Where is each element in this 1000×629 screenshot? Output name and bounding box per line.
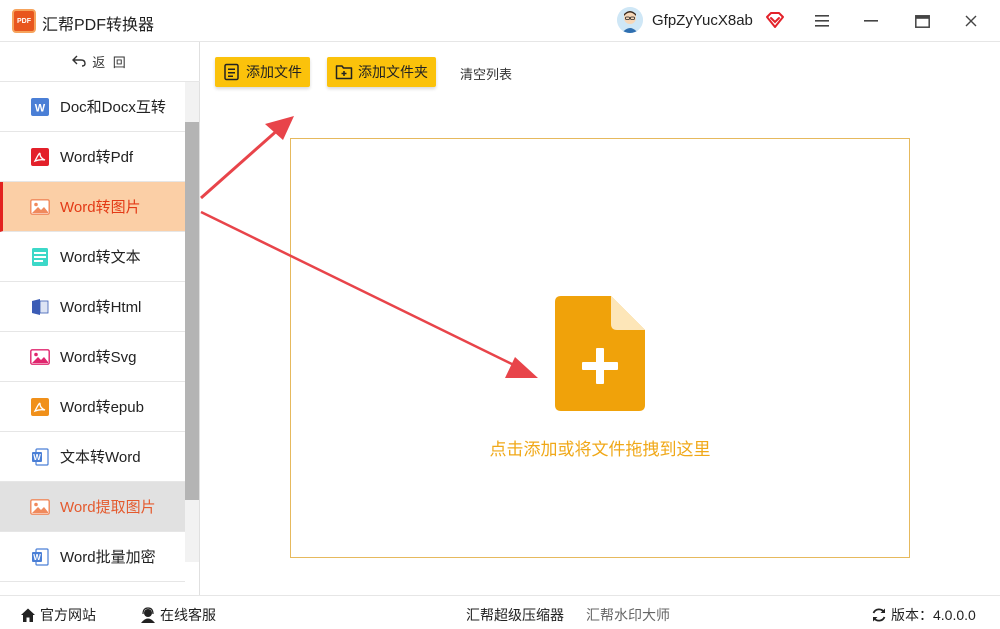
add-folder-button[interactable]: 添加文件夹 (327, 57, 436, 87)
back-label: 返 回 (92, 55, 128, 70)
back-arrow-icon (72, 54, 86, 70)
sidebar-item-word-html[interactable]: Word转Html (0, 282, 185, 332)
sidebar-item-word-pdf[interactable]: Word转Pdf (0, 132, 185, 182)
add-file-label: 添加文件 (246, 64, 302, 80)
compressor-link[interactable]: 汇帮超级压缩器 (466, 605, 564, 625)
app-logo-text: PDF (17, 17, 31, 25)
refresh-icon (871, 607, 887, 623)
sidebar-item-doc-docx[interactable]: W Doc和Docx互转 (0, 82, 185, 132)
sidebar-scrollbar[interactable] (185, 82, 199, 562)
add-folder-label: 添加文件夹 (358, 64, 428, 80)
sidebar-item-text-word[interactable]: W 文本转Word (0, 432, 185, 482)
pdf-icon (30, 147, 50, 167)
sidebar-item-label: Word转图片 (60, 199, 141, 216)
app-title: 汇帮PDF转换器 (42, 17, 155, 34)
clear-list-button[interactable]: 清空列表 (460, 64, 512, 83)
version-number: 4.0.0.0 (933, 607, 976, 623)
online-support-label: 在线客服 (160, 607, 216, 623)
sidebar-item-word-svg[interactable]: Word转Svg (0, 332, 185, 382)
word-outline-icon: W (30, 547, 50, 567)
text-doc-icon (30, 247, 50, 267)
svg-text:W: W (35, 102, 46, 114)
sidebar-item-label: Word转Svg (60, 349, 137, 366)
add-file-large-icon (555, 296, 645, 411)
word-outline-icon: W (30, 447, 50, 467)
add-folder-icon (335, 63, 353, 81)
support-agent-icon (140, 607, 156, 623)
sidebar-item-label: Word转Html (60, 299, 142, 316)
add-file-icon (223, 63, 241, 81)
html-icon (30, 297, 50, 317)
image-icon (30, 497, 50, 517)
sidebar-item-word-encrypt[interactable]: W Word批量加密 (0, 532, 185, 582)
svg-text:W: W (33, 553, 41, 562)
sidebar-item-label: Doc和Docx互转 (60, 99, 166, 116)
version-label: 版本： (891, 607, 933, 623)
svg-text:W: W (33, 453, 41, 462)
close-icon[interactable] (960, 10, 982, 32)
scrollbar-thumb[interactable] (185, 122, 199, 500)
username[interactable]: GfpZyYucX8ab (652, 12, 753, 29)
nav-list: W Doc和Docx互转 Word转Pdf Word转图片 Word转文本 Wo… (0, 82, 185, 582)
back-button[interactable]: 返 回 (0, 42, 200, 82)
sidebar-item-label: Word提取图片 (60, 499, 156, 516)
minimize-icon[interactable] (860, 10, 882, 32)
add-file-button[interactable]: 添加文件 (215, 57, 310, 87)
official-website-label: 官方网站 (40, 607, 96, 623)
app-logo-icon: PDF (12, 9, 36, 33)
footer: 官方网站 在线客服 汇帮超级压缩器 汇帮水印大师 版本： 4.0.0.0 (0, 595, 1000, 629)
sidebar-item-label: Word批量加密 (60, 549, 156, 566)
toolbar: 添加文件 添加文件夹 清空列表 (201, 42, 1000, 100)
maximize-icon[interactable] (911, 10, 933, 32)
image-icon (30, 197, 50, 217)
vip-diamond-icon[interactable] (765, 10, 785, 30)
home-icon (20, 607, 36, 623)
sidebar-item-word-text[interactable]: Word转文本 (0, 232, 185, 282)
epub-icon (30, 397, 50, 417)
sidebar-item-word-image[interactable]: Word转图片 (0, 182, 185, 232)
watermark-link[interactable]: 汇帮水印大师 (586, 605, 670, 625)
app-window: PDF 汇帮PDF转换器 GfpZyYucX8ab 返 回 W Doc和Docx… (0, 0, 1000, 629)
sidebar-item-label: 文本转Word (60, 449, 141, 466)
sidebar-item-label: Word转文本 (60, 249, 141, 266)
official-website-link[interactable]: 官方网站 (20, 605, 96, 625)
title-bar: PDF 汇帮PDF转换器 GfpZyYucX8ab (0, 0, 1000, 42)
word-icon: W (30, 97, 50, 117)
annotation-arrow-to-add-button (200, 116, 294, 200)
file-drop-zone[interactable]: 点击添加或将文件拖拽到这里 (290, 138, 910, 558)
sidebar-item-word-epub[interactable]: Word转epub (0, 382, 185, 432)
sidebar-item-label: Word转Pdf (60, 149, 134, 166)
version-info: 版本： 4.0.0.0 (871, 605, 976, 625)
sidebar: 返 回 W Doc和Docx互转 Word转Pdf Word转图片 Word转文… (0, 42, 200, 595)
sidebar-item-word-extract-image[interactable]: Word提取图片 (0, 482, 185, 532)
svg-image-icon (30, 347, 50, 367)
sidebar-item-label: Word转epub (60, 399, 144, 416)
drop-hint-text: 点击添加或将文件拖拽到这里 (489, 440, 711, 459)
user-avatar[interactable] (617, 7, 643, 33)
online-support-link[interactable]: 在线客服 (140, 605, 216, 625)
menu-icon[interactable] (811, 10, 833, 32)
